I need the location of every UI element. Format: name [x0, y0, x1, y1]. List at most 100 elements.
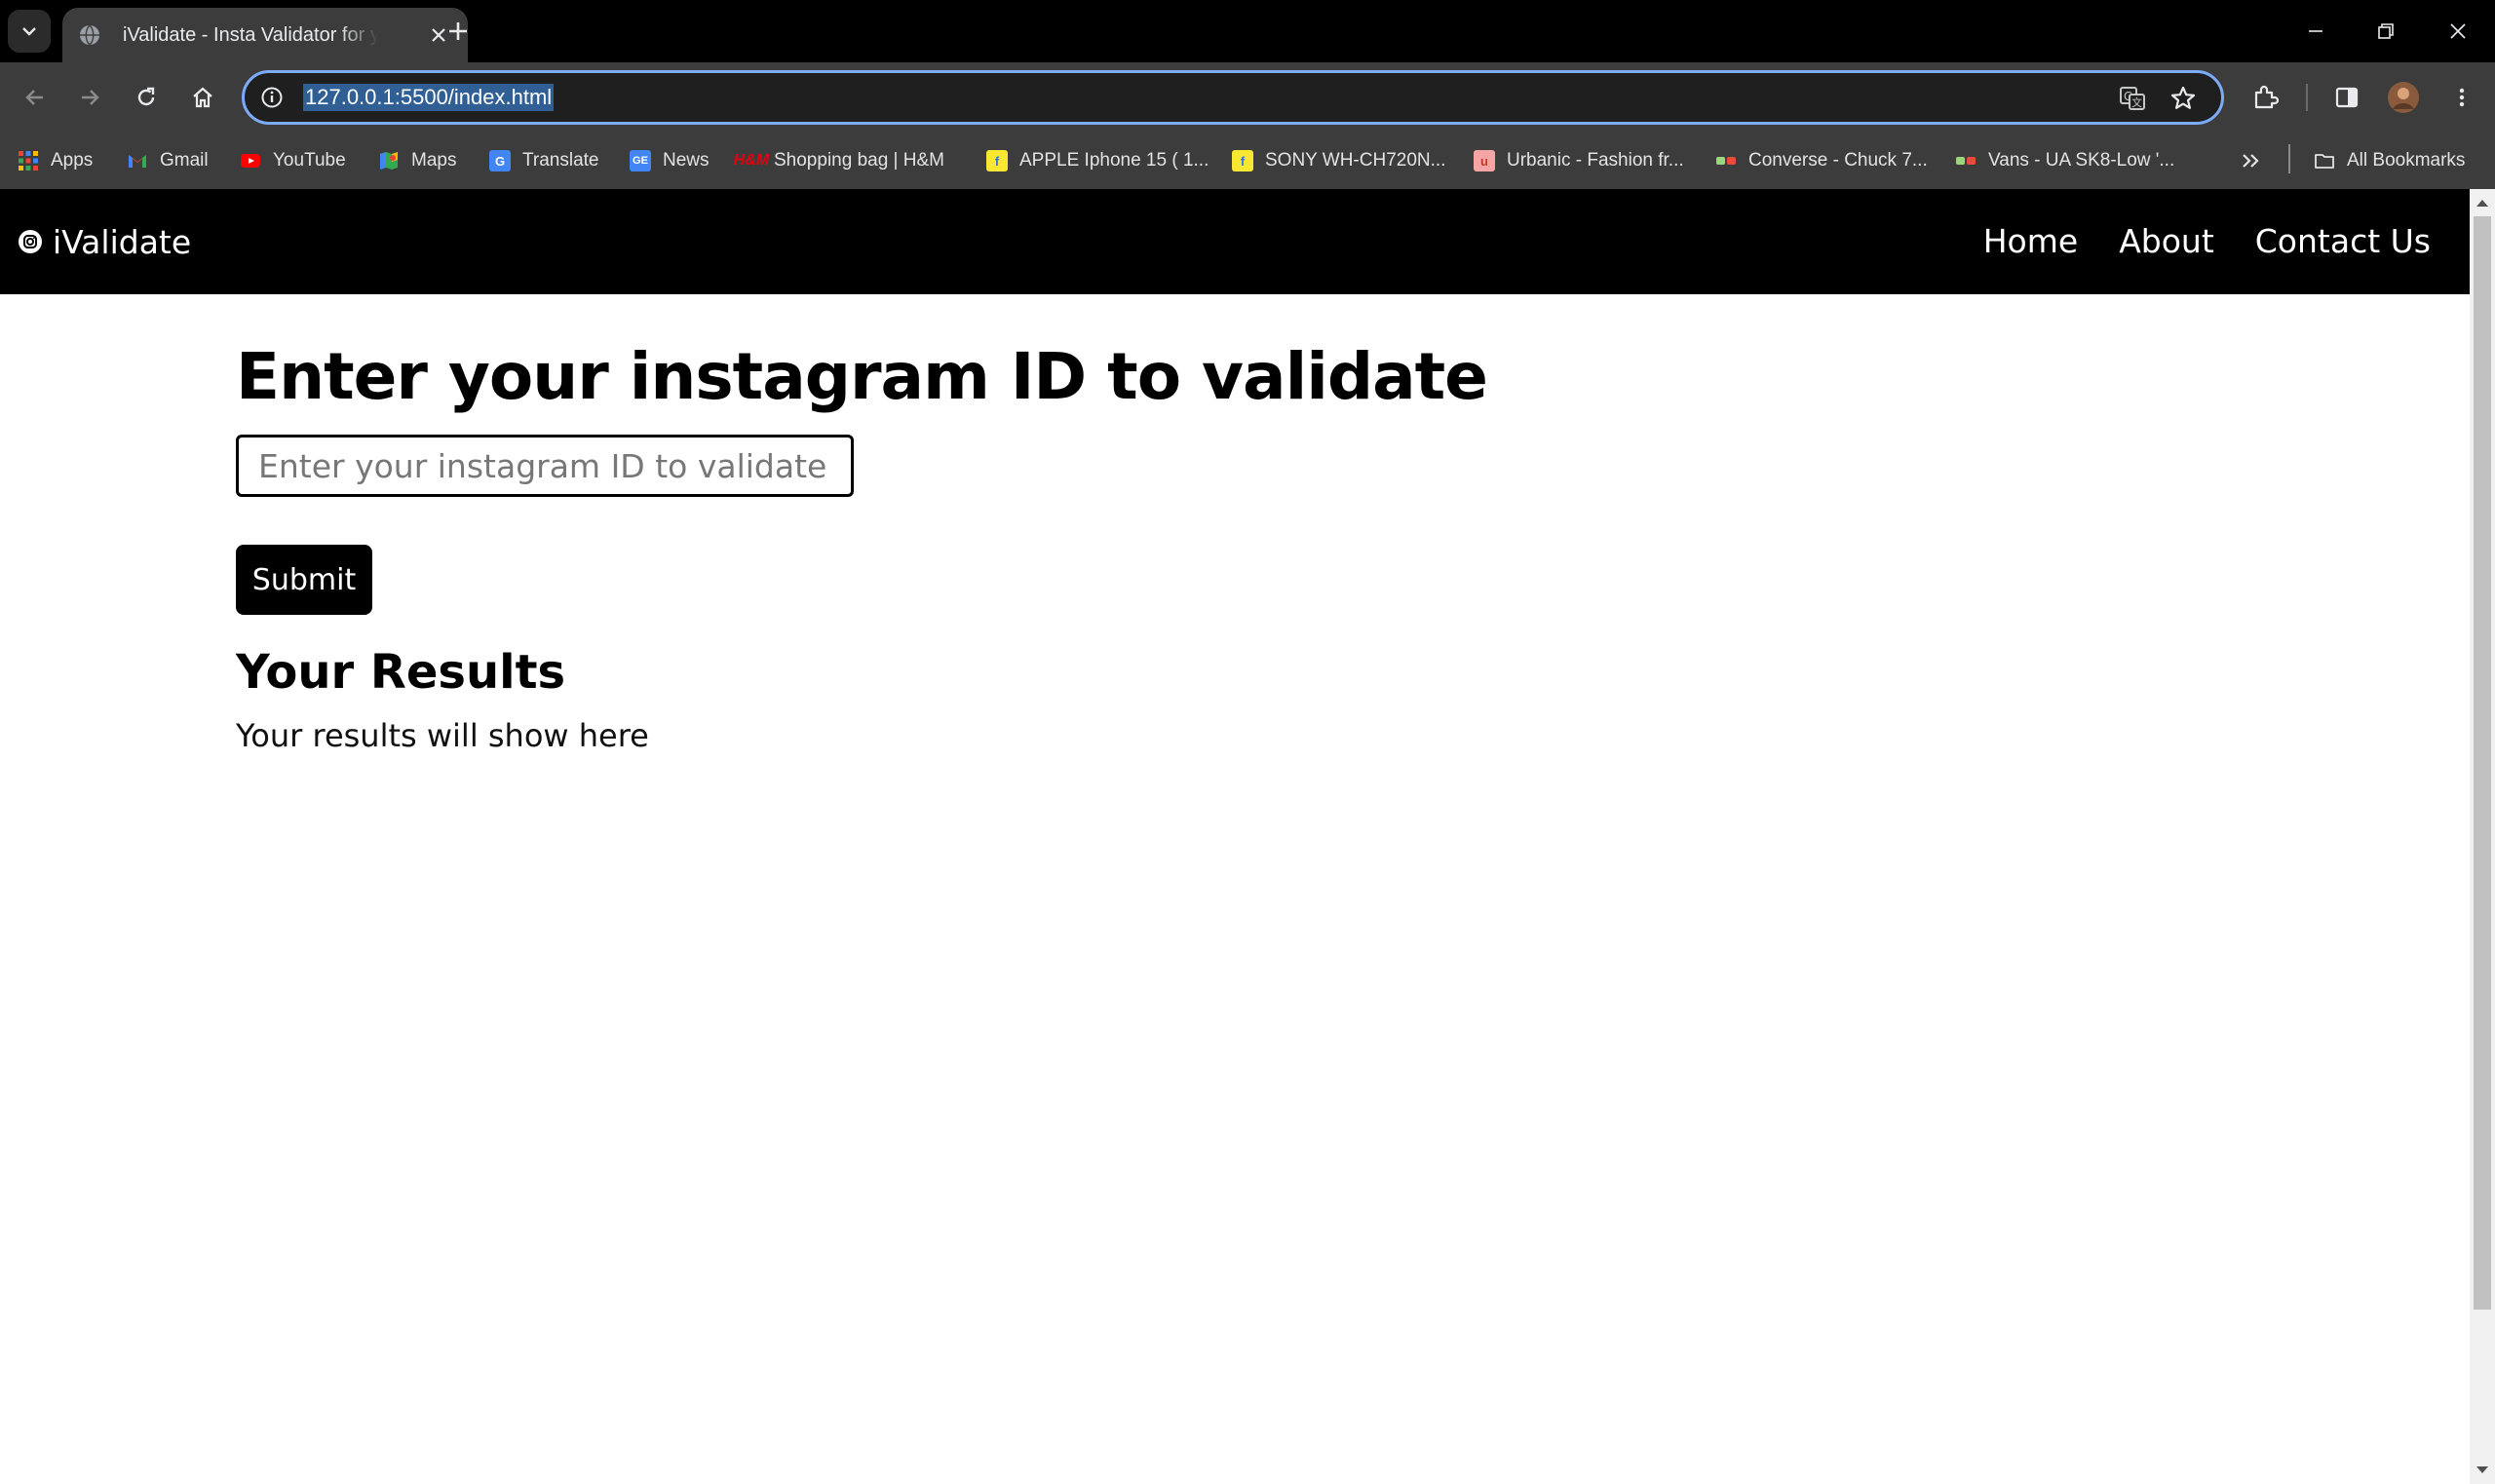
svg-text:文: 文: [2131, 95, 2142, 109]
nav-contact-link[interactable]: Contact Us: [2255, 218, 2431, 265]
bookmark-apps[interactable]: Apps: [18, 144, 93, 177]
arrow-right-icon: [82, 90, 99, 105]
translate-icon: G: [489, 150, 511, 171]
avatar-icon: [2388, 82, 2419, 113]
minimize-icon: [2309, 30, 2322, 32]
reload-icon: [137, 87, 155, 106]
submit-button[interactable]: Submit: [236, 545, 372, 615]
bookmark-label: Apps: [51, 150, 94, 171]
forward-button[interactable]: [68, 76, 111, 119]
extensions-button[interactable]: [2244, 76, 2286, 119]
bookmark-translate[interactable]: G Translate: [489, 144, 599, 177]
reload-button[interactable]: [125, 76, 168, 119]
bookmark-label: SONY WH-CH720N...: [1265, 150, 1446, 171]
browser-tab-active[interactable]: iValidate - Insta Validator for your: [62, 8, 468, 62]
bookmark-label: Vans - UA SK8-Low '...: [1988, 150, 2175, 171]
scroll-down-arrow[interactable]: [2470, 1459, 2495, 1482]
brand-name: iValidate: [53, 222, 192, 261]
bookmark-urbanic[interactable]: u Urbanic - Fashion fr...: [1474, 144, 1684, 177]
nav-links: Home About Contact Us: [1983, 218, 2431, 265]
tab-search-button[interactable]: [8, 10, 51, 53]
restore-button[interactable]: [2351, 0, 2421, 62]
home-icon: [193, 87, 212, 108]
bookmark-news[interactable]: GE News: [630, 144, 710, 177]
bookmark-label: YouTube: [273, 150, 346, 171]
minimize-button[interactable]: [2281, 0, 2351, 62]
side-panel-button[interactable]: [2325, 76, 2368, 119]
triangle-down-icon: [2476, 1466, 2488, 1473]
triangle-up-icon: [2476, 200, 2488, 207]
bookmark-label: APPLE Iphone 15 ( 1...: [1019, 150, 1209, 171]
maps-icon: [380, 152, 398, 170]
scroll-up-arrow[interactable]: [2470, 191, 2495, 214]
bookmarks-overflow-button[interactable]: [2240, 144, 2261, 177]
site-info-icon[interactable]: [258, 84, 286, 111]
folder-icon: [2315, 154, 2334, 169]
bookmark-label: Maps: [411, 150, 457, 171]
bookmarks-divider: [2288, 144, 2290, 173]
browser-tabstrip: iValidate - Insta Validator for your: [0, 0, 2495, 62]
bookmark-gmail[interactable]: Gmail: [127, 144, 209, 177]
news-icon: GE: [630, 150, 651, 171]
tab-title: iValidate - Insta Validator for your: [123, 23, 378, 46]
flipkart-icon: f: [1232, 150, 1253, 171]
store-icon: [1716, 157, 1736, 165]
urbanic-icon: u: [1474, 150, 1495, 171]
browser-toolbar: 127.0.0.1:5500/index.html G文: [0, 62, 2495, 133]
nav-about-link[interactable]: About: [2119, 218, 2214, 265]
plus-icon: [449, 22, 467, 40]
restore-icon: [2378, 23, 2394, 39]
flipkart-icon: f: [986, 150, 1008, 171]
new-tab-button[interactable]: [441, 14, 476, 49]
instagram-id-input[interactable]: [236, 435, 854, 497]
home-button[interactable]: [181, 76, 224, 119]
double-chevron-right-icon: [2243, 154, 2259, 168]
chevron-down-icon: [22, 27, 36, 36]
bookmark-label: Converse - Chuck 7...: [1748, 150, 1928, 171]
bookmark-youtube[interactable]: YouTube: [240, 144, 346, 177]
close-icon: [2450, 23, 2466, 39]
page-scrollbar[interactable]: [2470, 189, 2495, 1484]
profile-avatar[interactable]: [2382, 76, 2425, 119]
toolbar-divider: [2306, 84, 2308, 111]
bookmark-hm[interactable]: H&M Shopping bag | H&M: [733, 144, 944, 177]
nav-home-link[interactable]: Home: [1983, 218, 2078, 265]
instagram-icon: [19, 230, 42, 253]
address-bar[interactable]: 127.0.0.1:5500/index.html G文: [242, 70, 2224, 125]
bookmark-label: Shopping bag | H&M: [774, 150, 944, 171]
translate-page-icon[interactable]: G文: [2118, 84, 2147, 113]
bookmark-apple-iphone[interactable]: f APPLE Iphone 15 ( 1...: [986, 144, 1209, 177]
address-url[interactable]: 127.0.0.1:5500/index.html: [303, 84, 555, 111]
side-panel-icon: [2335, 87, 2359, 108]
results-heading: Your Results: [236, 645, 566, 700]
page-title: Enter your instagram ID to validate: [236, 339, 1488, 414]
store-icon: [1956, 157, 1976, 165]
globe-icon: [80, 24, 99, 46]
hm-icon: H&M: [733, 152, 770, 169]
bookmark-label: Translate: [522, 150, 599, 171]
bookmark-vans[interactable]: Vans - UA SK8-Low '...: [1955, 144, 2174, 177]
close-window-button[interactable]: [2423, 0, 2493, 62]
results-text: Your results will show here: [236, 717, 649, 754]
bookmark-star-icon[interactable]: [2169, 84, 2198, 113]
main-content: Enter your instagram ID to validate Subm…: [236, 335, 1990, 754]
site-navbar: iValidate Home About Contact Us: [0, 189, 2470, 294]
all-bookmarks-button[interactable]: All Bookmarks: [2314, 144, 2465, 177]
more-vert-icon: [2459, 88, 2465, 107]
youtube-icon: [241, 154, 260, 168]
all-bookmarks-label: All Bookmarks: [2347, 150, 2466, 171]
browser-menu-button[interactable]: [2440, 76, 2483, 119]
bookmark-label: Urbanic - Fashion fr...: [1507, 150, 1684, 171]
back-button[interactable]: [14, 76, 57, 119]
page-viewport: iValidate Home About Contact Us Enter yo…: [0, 189, 2495, 1484]
bookmark-label: Gmail: [160, 150, 209, 171]
bookmark-maps[interactable]: Maps: [378, 144, 456, 177]
bookmark-label: News: [663, 150, 710, 171]
gmail-icon: [129, 155, 146, 168]
scrollbar-thumb[interactable]: [2474, 216, 2491, 1310]
bookmark-converse[interactable]: Converse - Chuck 7...: [1715, 144, 1928, 177]
site-logo-link[interactable]: iValidate: [18, 218, 191, 265]
bookmarks-bar: Apps Gmail YouTube Maps G Translate GE N…: [0, 133, 2495, 189]
bookmark-sony[interactable]: f SONY WH-CH720N...: [1232, 144, 1445, 177]
puzzle-icon: [2254, 85, 2279, 109]
